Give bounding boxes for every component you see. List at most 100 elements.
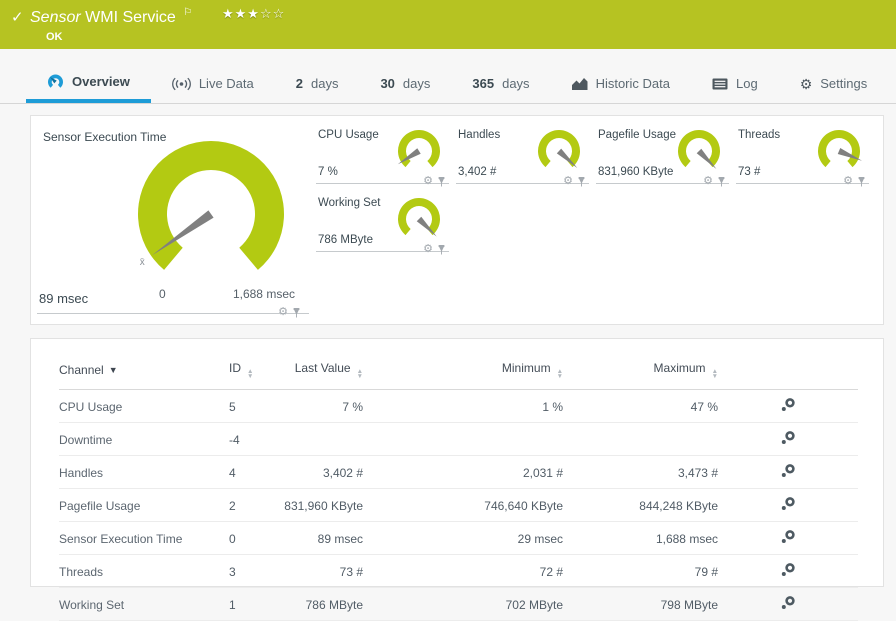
column-label: ID — [229, 361, 241, 375]
tab-overview[interactable]: Overview — [26, 64, 151, 103]
gauge-sensor-execution-time[interactable]: Sensor Execution Time x̄ 89 msec 0 1,688… — [37, 124, 309, 318]
gauge-current-value: 786 MByte — [318, 234, 373, 246]
cell-id: 5 — [229, 389, 279, 423]
channel-settings-icon[interactable] — [781, 596, 795, 610]
gauge-dial — [678, 130, 720, 169]
tab-historic-data[interactable]: Historic Data — [551, 64, 691, 103]
flag-icon[interactable]: ⚐ — [183, 7, 192, 18]
gauge-tools: ⚙ — [423, 176, 446, 187]
channel-settings-icon[interactable] — [781, 431, 795, 445]
gauge-current-value: 89 msec — [39, 291, 89, 306]
table-row: Downtime -4 — [59, 422, 858, 456]
gauge-tools: ⚙ — [563, 176, 586, 187]
gauge-title: Working Set — [318, 197, 381, 209]
check-icon: ✓ — [11, 9, 24, 26]
cell-min — [363, 422, 563, 456]
pin-icon[interactable] — [857, 176, 866, 187]
gauge-settings-gear-icon[interactable]: ⚙ — [563, 176, 573, 187]
channel-settings-icon[interactable] — [781, 464, 795, 478]
gauge-title: CPU Usage — [318, 129, 379, 141]
sort-icon: ▲ ▼ — [556, 368, 563, 380]
column-header-last-value[interactable]: Last Value ▲ ▼ — [279, 353, 363, 390]
live-data-icon — [171, 77, 191, 90]
gauges-panel: Sensor Execution Time x̄ 89 msec 0 1,688… — [30, 115, 884, 325]
gauge-current-value: 73 # — [738, 166, 761, 178]
gauge-settings-gear-icon[interactable]: ⚙ — [843, 176, 853, 187]
cell-max: 3,473 # — [563, 455, 718, 489]
gauge-threads[interactable]: Threads 73 # ⚙ — [736, 126, 869, 187]
channel-settings-icon[interactable] — [781, 398, 795, 412]
priority-stars[interactable]: ★★★☆☆ — [222, 6, 285, 22]
sort-icon: ▲ ▼ — [711, 368, 718, 380]
cell-actions — [718, 488, 858, 522]
pin-icon[interactable] — [437, 176, 446, 187]
gauge-working-set[interactable]: Working Set 786 MByte ⚙ — [316, 194, 449, 255]
cell-actions — [718, 455, 858, 489]
gauge-tools: ⚙ — [423, 244, 446, 255]
tab-number: 365 — [472, 76, 495, 91]
small-gauges-row-1: CPU Usage 7 % ⚙ Handles 3,402 # ⚙ Pagefile Usa… — [316, 126, 881, 187]
cell-channel: CPU Usage — [59, 389, 229, 423]
cell-max: 844,248 KByte — [563, 488, 718, 522]
tab-days[interactable]: 365 days — [451, 64, 550, 103]
column-header-channel[interactable]: Channel ▼ — [59, 353, 229, 390]
table-header-row: Channel ▼ ID ▲ ▼ Last Value ▲ ▼ Minimum ▲ ▼ Maximum… — [59, 353, 858, 390]
gauge-mean-marker: x̄ — [140, 257, 145, 268]
gauge-settings-gear-icon[interactable]: ⚙ — [278, 307, 288, 318]
gauge-settings-gear-icon[interactable]: ⚙ — [423, 176, 433, 187]
gauge-settings-gear-icon[interactable]: ⚙ — [423, 244, 433, 255]
gauge-title: Threads — [738, 129, 781, 141]
tab-settings[interactable]: ⚙ Settings — [779, 64, 889, 103]
channels-panel: Channel ▼ ID ▲ ▼ Last Value ▲ ▼ Minimum ▲ ▼ Maximum… — [30, 338, 884, 621]
cell-actions — [718, 554, 858, 588]
column-header-id[interactable]: ID ▲ ▼ — [229, 353, 279, 390]
gauge-icon — [48, 74, 63, 88]
tab-days[interactable]: 2 days — [275, 64, 360, 103]
cell-channel: Threads — [59, 554, 229, 588]
pin-icon[interactable] — [577, 176, 586, 187]
cell-channel: Handles — [59, 455, 229, 489]
tab-label: Live Data — [198, 76, 254, 91]
cell-channel: Working Set — [59, 587, 229, 621]
status-badge: OK — [46, 31, 63, 43]
pin-icon[interactable] — [437, 244, 446, 255]
channel-settings-icon[interactable] — [781, 497, 795, 511]
cell-last: 7 % — [279, 389, 363, 423]
channel-settings-icon[interactable] — [781, 563, 795, 577]
gauge-title: Pagefile Usage — [598, 129, 676, 141]
pin-icon[interactable] — [292, 307, 301, 318]
historic-data-icon — [571, 78, 588, 90]
gauge-title: Sensor Execution Time — [43, 130, 167, 144]
pin-icon[interactable] — [717, 176, 726, 187]
cell-max: 1,688 msec — [563, 521, 718, 555]
column-label: Channel — [59, 363, 104, 377]
cell-min: 72 # — [363, 554, 563, 588]
column-header-maximum[interactable]: Maximum ▲ ▼ — [563, 353, 718, 390]
cell-last — [279, 422, 363, 456]
column-header-minimum[interactable]: Minimum ▲ ▼ — [363, 353, 563, 390]
gauge-settings-gear-icon[interactable]: ⚙ — [703, 176, 713, 187]
column-label: Minimum — [501, 361, 551, 375]
gauge-tools: ⚙ — [843, 176, 866, 187]
tab-label: days — [502, 76, 530, 91]
cell-id: 1 — [229, 587, 279, 621]
tab-label: Overview — [72, 74, 130, 89]
tab-live-data[interactable]: Live Data — [151, 64, 275, 103]
cell-last: 786 MByte — [279, 587, 363, 621]
gauge-pagefile-usage[interactable]: Pagefile Usage 831,960 KByte ⚙ — [596, 126, 729, 187]
gauge-tools: ⚙ — [278, 307, 301, 318]
channel-settings-icon[interactable] — [781, 530, 795, 544]
tab-bar: Overview Live Data 2 days 30 days 365 days Histo… — [0, 64, 896, 104]
gauge-handles[interactable]: Handles 3,402 # ⚙ — [456, 126, 589, 187]
gauge-scale-min: 0 — [159, 287, 166, 301]
gauge-cpu-usage[interactable]: CPU Usage 7 % ⚙ — [316, 126, 449, 187]
gauge-current-value: 831,960 KByte — [598, 166, 674, 178]
tab-days[interactable]: 30 days — [359, 64, 451, 103]
sensor-status-header: ✓ Sensor WMI Service ⚐ ★★★☆☆ OK — [0, 0, 896, 49]
tab-log[interactable]: Log — [691, 64, 779, 103]
cell-id: -4 — [229, 422, 279, 456]
table-body: CPU Usage 5 7 % 1 % 47 % Downtime -4 Handles 4 3,… — [59, 389, 858, 621]
column-label: Last Value — [294, 361, 351, 375]
sensor-type-label: Sensor — [30, 9, 81, 26]
tab-label: Settings — [820, 76, 868, 91]
